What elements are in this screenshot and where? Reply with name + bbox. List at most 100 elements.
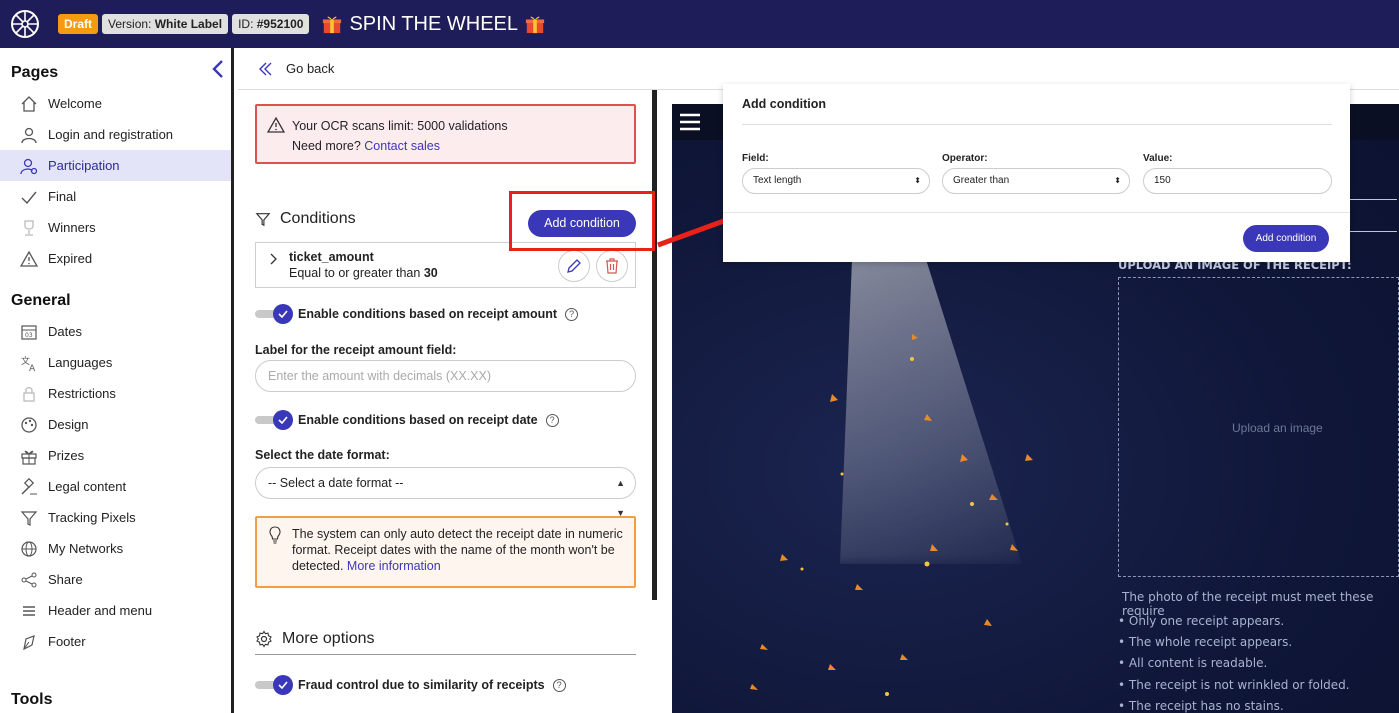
sidebar-item-label: Dates bbox=[48, 324, 82, 339]
date-format-label: Select the date format: bbox=[255, 448, 390, 462]
operator-select[interactable]: Greater than ⬍ bbox=[942, 168, 1130, 194]
check-icon bbox=[19, 187, 39, 207]
delete-condition-button[interactable] bbox=[596, 250, 628, 282]
sidebar-item-final[interactable]: Final bbox=[0, 181, 231, 212]
fraud-control-toggle[interactable] bbox=[255, 675, 293, 695]
value-input[interactable]: 150 bbox=[1143, 168, 1332, 194]
requirement-item: • The receipt has no stains. bbox=[1118, 699, 1284, 713]
select-arrows-icon: ⬍ bbox=[914, 176, 921, 185]
receipt-amount-field-label: Label for the receipt amount field: bbox=[255, 343, 457, 357]
menu-icon bbox=[19, 601, 39, 621]
sidebar-item-label: Final bbox=[48, 189, 77, 204]
modal-divider bbox=[742, 124, 1332, 125]
user-icon bbox=[19, 125, 39, 145]
receipt-amount-input[interactable]: Enter the amount with decimals (XX.XX) bbox=[255, 360, 636, 392]
more-options-heading: More options bbox=[255, 630, 636, 655]
chevron-right-icon[interactable] bbox=[268, 253, 278, 268]
sidebar-item-share[interactable]: Share bbox=[0, 564, 231, 595]
date-detection-alert: The system can only auto detect the rece… bbox=[255, 516, 636, 588]
wheel-logo-icon[interactable] bbox=[6, 5, 44, 43]
sidebar-item-label: Expired bbox=[48, 251, 93, 266]
id-value: #952100 bbox=[256, 17, 304, 31]
date-format-value: -- Select a date format -- bbox=[268, 476, 404, 490]
collapse-sidebar-icon[interactable] bbox=[210, 58, 226, 80]
sidebar-item-winners[interactable]: Winners bbox=[0, 212, 231, 243]
sidebar-item-login[interactable]: Login and registration bbox=[0, 119, 231, 150]
sidebar-item-languages[interactable]: 文 A Languages bbox=[0, 347, 231, 378]
help-icon[interactable]: ? bbox=[545, 413, 559, 427]
value-label: Value: bbox=[1143, 153, 1173, 164]
share-icon bbox=[19, 570, 39, 590]
version-prefix: Version: bbox=[108, 17, 152, 31]
palette-icon bbox=[19, 415, 39, 435]
value-value: 150 bbox=[1154, 175, 1171, 186]
footer-icon bbox=[19, 632, 39, 652]
sidebar-item-header-menu[interactable]: Header and menu bbox=[0, 595, 231, 626]
sidebar-item-label: Legal content bbox=[48, 479, 127, 494]
panel-scrollbar[interactable] bbox=[652, 90, 657, 600]
ocr-limit-text: Your OCR scans limit: 5000 validations bbox=[292, 119, 508, 133]
sidebar-item-label: My Networks bbox=[48, 541, 124, 556]
receipt-date-toggle-row: Enable conditions based on receipt date … bbox=[255, 410, 559, 430]
more-information-link[interactable]: More information bbox=[347, 559, 441, 573]
warning-icon bbox=[267, 116, 285, 133]
sidebar-item-legal[interactable]: Legal content bbox=[0, 471, 231, 502]
trophy-icon bbox=[19, 218, 39, 238]
hamburger-menu-icon[interactable] bbox=[680, 113, 700, 131]
sidebar-item-expired[interactable]: Expired bbox=[0, 243, 231, 274]
date-alert-text: The system can only auto detect the rece… bbox=[292, 527, 623, 573]
receipt-amount-toggle[interactable] bbox=[255, 304, 293, 324]
svg-text:03: 03 bbox=[25, 332, 33, 339]
app-title-text: SPIN THE WHEEL bbox=[349, 12, 519, 35]
id-badge: ID: #952100 bbox=[232, 14, 310, 34]
ocr-limit-alert: Your OCR scans limit: 5000 validations N… bbox=[255, 104, 636, 164]
highlight-box bbox=[509, 191, 655, 251]
condition-description: Equal to or greater than 30 bbox=[289, 266, 438, 280]
sidebar-item-participation[interactable]: Participation bbox=[0, 150, 231, 181]
sidebar-item-restrictions[interactable]: Restrictions bbox=[0, 378, 231, 409]
filter-icon bbox=[19, 508, 39, 528]
sidebar-item-label: Header and menu bbox=[48, 603, 153, 618]
lock-icon bbox=[19, 384, 39, 404]
warning-icon bbox=[19, 249, 39, 269]
edit-condition-button[interactable] bbox=[558, 250, 590, 282]
app-title: SPIN THE WHEEL bbox=[321, 13, 546, 36]
sidebar-item-prizes[interactable]: Prizes bbox=[0, 440, 231, 471]
lightbulb-icon bbox=[269, 526, 281, 544]
condition-operator: Equal to or greater than bbox=[289, 266, 421, 280]
requirement-item: • Only one receipt appears. bbox=[1118, 614, 1285, 628]
gift-icon bbox=[525, 16, 545, 34]
date-format-select[interactable]: -- Select a date format -- ▲ ▼ bbox=[255, 467, 636, 518]
requirement-text: The receipt has no stains. bbox=[1128, 699, 1284, 713]
field-label: Field: bbox=[742, 153, 769, 164]
globe-icon bbox=[19, 539, 39, 559]
trash-icon bbox=[606, 258, 618, 274]
contact-sales-link[interactable]: Contact sales bbox=[364, 139, 440, 153]
top-bar: Draft Version: White Label ID: #952100 S… bbox=[0, 0, 1399, 48]
svg-text:A: A bbox=[29, 364, 36, 372]
id-prefix: ID: bbox=[238, 17, 254, 31]
tools-heading: Tools bbox=[11, 691, 53, 708]
sidebar-item-networks[interactable]: My Networks bbox=[0, 533, 231, 564]
sidebar-item-label: Restrictions bbox=[48, 386, 116, 401]
go-back-label: Go back bbox=[286, 61, 335, 76]
sidebar-item-footer[interactable]: Footer bbox=[0, 626, 231, 657]
requirement-text: The receipt is not wrinkled or folded. bbox=[1128, 678, 1350, 692]
field-select[interactable]: Text length ⬍ bbox=[742, 168, 930, 194]
sidebar-item-tracking[interactable]: Tracking Pixels bbox=[0, 502, 231, 533]
calendar-icon: 03 bbox=[19, 322, 39, 342]
requirement-item: • The whole receipt appears. bbox=[1118, 635, 1293, 649]
upload-dropzone[interactable]: Upload an image bbox=[1118, 277, 1399, 577]
receipt-date-toggle-label: Enable conditions based on receipt date bbox=[298, 413, 538, 427]
operator-value: Greater than bbox=[953, 175, 1010, 186]
sidebar-item-dates[interactable]: 03 Dates bbox=[0, 316, 231, 347]
receipt-date-toggle[interactable] bbox=[255, 410, 293, 430]
operator-label: Operator: bbox=[942, 153, 988, 164]
upload-placeholder: Upload an image bbox=[1232, 421, 1323, 435]
sidebar-item-welcome[interactable]: Welcome bbox=[0, 88, 231, 119]
help-icon[interactable]: ? bbox=[565, 307, 579, 321]
help-icon[interactable]: ? bbox=[552, 678, 566, 692]
modal-add-condition-button[interactable]: Add condition bbox=[1243, 225, 1329, 252]
sidebar-item-design[interactable]: Design bbox=[0, 409, 231, 440]
receipt-amount-toggle-label: Enable conditions based on receipt amoun… bbox=[298, 307, 558, 321]
